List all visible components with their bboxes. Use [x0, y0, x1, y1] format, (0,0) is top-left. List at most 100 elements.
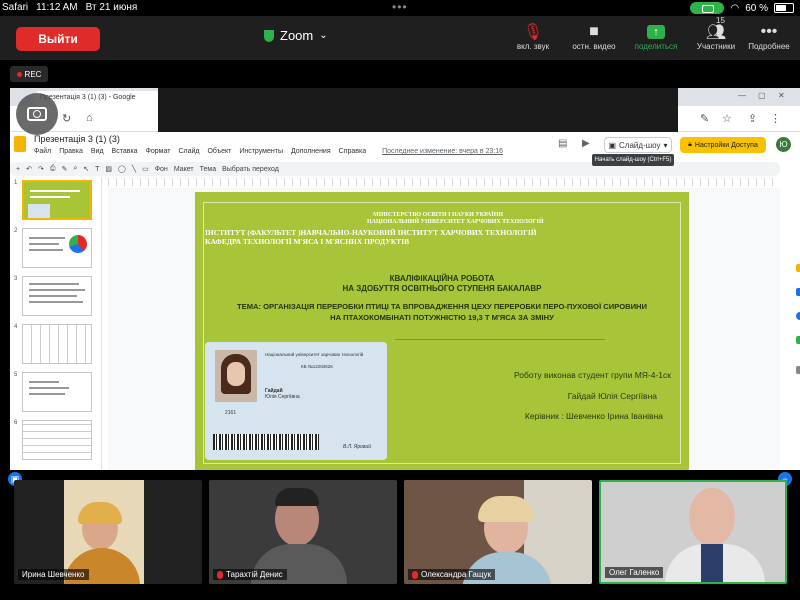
minimize-icon[interactable]: —	[738, 91, 746, 100]
side-panel	[790, 256, 800, 456]
menu-bar: Файл Правка Вид Вставка Формат Слайд Объ…	[34, 148, 503, 155]
participants-icon: 👥︎ 15	[705, 16, 727, 41]
meet-icon[interactable]: ▶	[582, 138, 590, 149]
participant-tile[interactable]: Ирина Шевченко	[14, 480, 202, 584]
maximize-icon[interactable]: ▢	[758, 91, 766, 100]
slide-thumbnail-row[interactable]: 6	[10, 420, 102, 464]
last-edit-link[interactable]: Последнее изменение: вчера в 23:16	[382, 148, 503, 155]
menu-edit[interactable]: Правка	[59, 148, 83, 155]
bookmark-icon[interactable]: ☆	[722, 112, 732, 125]
unmute-button[interactable]: 🎙︎ вкл. звук	[508, 22, 558, 51]
slide-thumbnail-row[interactable]: 3	[10, 276, 102, 320]
share-label: поделиться	[634, 42, 678, 51]
keep-icon[interactable]	[796, 264, 800, 272]
card-signature: В.Л. Яровий	[343, 444, 372, 450]
zoom-title[interactable]: Zoom ⌄	[264, 28, 328, 43]
slide-thumbnail-row[interactable]: 4	[10, 324, 102, 368]
paint-format-icon[interactable]: ✎	[61, 165, 67, 173]
lock-icon: 🔒︎	[688, 141, 692, 148]
layout-button[interactable]: Макет	[174, 166, 194, 173]
participant-tile[interactable]: Тарахтій Денис	[209, 480, 397, 584]
contacts-icon[interactable]	[796, 312, 800, 320]
menu-file[interactable]: Файл	[34, 148, 51, 155]
menu-format[interactable]: Формат	[146, 148, 171, 155]
select-icon[interactable]: ↖	[83, 165, 89, 173]
menu-tools[interactable]: Инструменты	[239, 148, 283, 155]
menu-insert[interactable]: Вставка	[112, 148, 138, 155]
participants-button[interactable]: 👥︎ 15 Участники	[690, 16, 742, 51]
status-date: Вт 21 июня	[85, 2, 138, 13]
slides-logo-icon[interactable]	[14, 136, 26, 152]
background-button[interactable]: Фон	[155, 166, 168, 173]
undo-icon[interactable]: ↶	[26, 165, 32, 173]
participant-name-label: Олег Галенко	[605, 567, 664, 578]
slide-thumbnail[interactable]	[22, 420, 92, 460]
share-button[interactable]: ↑ поделиться	[628, 22, 684, 51]
participant-tile[interactable]: Олександра Гащук	[404, 480, 592, 584]
image-icon[interactable]: ▨	[105, 165, 112, 173]
video-icon: ■	[589, 23, 599, 40]
slide-thumbnail[interactable]	[22, 276, 92, 316]
menu-addons[interactable]: Дополнения	[291, 148, 331, 155]
chevron-down-icon: ⌄	[319, 30, 328, 41]
ios-status-bar: Safari 11:12 AM Вт 21 июня ••• ◠ 60 %	[0, 0, 800, 16]
slide-thumbnail[interactable]	[22, 372, 92, 412]
slide-thumbnail-row[interactable]: 1	[10, 180, 102, 224]
redacted-region	[158, 88, 678, 134]
menu-help[interactable]: Справка	[339, 148, 366, 155]
stop-video-button[interactable]: ■ остн. видео	[566, 22, 622, 51]
topic-line-2: НА ПТАХОКОМБІНАТІ ПОТУЖНІСТЮ 19,3 Т М'ЯС…	[330, 313, 554, 322]
department-line: КАФЕДРА ТЕХНОЛОГІЇ М'ЯСА І М'ЯСНИХ ПРОДУ…	[205, 237, 410, 246]
redo-icon[interactable]: ↷	[38, 165, 44, 173]
slide-number: 3	[14, 276, 18, 282]
print-icon[interactable]: ⎙	[50, 165, 56, 173]
document-title[interactable]: Презентація 3 (1) (3)	[34, 134, 120, 144]
slide-thumbnail-row[interactable]: 2	[10, 228, 102, 272]
slide-thumbnail[interactable]	[22, 228, 92, 268]
tasks-icon[interactable]	[796, 288, 800, 296]
menu-slide[interactable]: Слайд	[178, 148, 199, 155]
current-slide[interactable]: МІНІСТЕРСТВО ОСВІТИ І НАУКИ УКРАЇНИ НАЦІ…	[195, 192, 689, 470]
menu-object[interactable]: Объект	[207, 148, 231, 155]
mic-muted-icon	[217, 570, 223, 579]
maps-icon[interactable]	[796, 336, 800, 344]
screen-share-pill-icon	[690, 2, 725, 14]
share-page-icon[interactable]: ⇪	[748, 112, 757, 125]
slide-number: 5	[14, 372, 18, 378]
extensions-icon[interactable]: ✎	[700, 112, 709, 125]
share-access-button[interactable]: 🔒︎ Настройки Доступа	[680, 137, 766, 153]
mic-muted-icon	[412, 570, 418, 579]
comment-add-icon[interactable]: ▭	[142, 165, 149, 173]
camera-switch-button[interactable]	[16, 93, 58, 135]
chevron-down-icon[interactable]: ▾	[664, 141, 668, 150]
avatar[interactable]: Ю	[776, 137, 791, 152]
comments-icon[interactable]: ▤	[558, 138, 567, 149]
theme-button[interactable]: Тема	[200, 166, 216, 173]
participant-name-label: Тарахтій Денис	[213, 569, 287, 580]
slideshow-tooltip: Начать слайд-шоу (Ctrl+F5)	[592, 154, 674, 166]
menu-icon[interactable]: ⋮	[770, 112, 781, 125]
slide-thumbnail[interactable]	[22, 324, 92, 364]
wifi-icon: ◠	[730, 2, 740, 14]
line-icon[interactable]: ╲	[132, 165, 136, 173]
participants-label: Участники	[696, 42, 736, 51]
add-icon[interactable]	[796, 366, 800, 374]
menu-view[interactable]: Вид	[91, 148, 104, 155]
home-icon[interactable]: ⌂	[86, 112, 93, 124]
transition-button[interactable]: Выбрать переход	[222, 166, 279, 173]
more-button[interactable]: ••• Подробнее	[742, 22, 796, 51]
slideshow-button[interactable]: ▣ Слайд-шоу ▾	[604, 137, 672, 153]
new-slide-icon[interactable]: +	[16, 166, 20, 173]
reload-icon[interactable]: ↻	[62, 112, 71, 125]
participant-tile-active-speaker[interactable]: Олег Галенко	[599, 480, 787, 584]
leave-button[interactable]: Выйти	[16, 27, 100, 51]
slide-thumbnail[interactable]	[22, 180, 92, 220]
shape-icon[interactable]: ◯	[118, 165, 126, 173]
multitask-dots-icon[interactable]: •••	[392, 0, 408, 14]
slide-thumbnail-row[interactable]: 5	[10, 372, 102, 416]
slideshow-icon: ▣	[608, 140, 617, 150]
textbox-icon[interactable]: T	[95, 166, 99, 173]
zoom-icon[interactable]: ⌕	[73, 165, 77, 173]
slide-number: 2	[14, 228, 18, 234]
close-icon[interactable]: ✕	[778, 91, 785, 100]
